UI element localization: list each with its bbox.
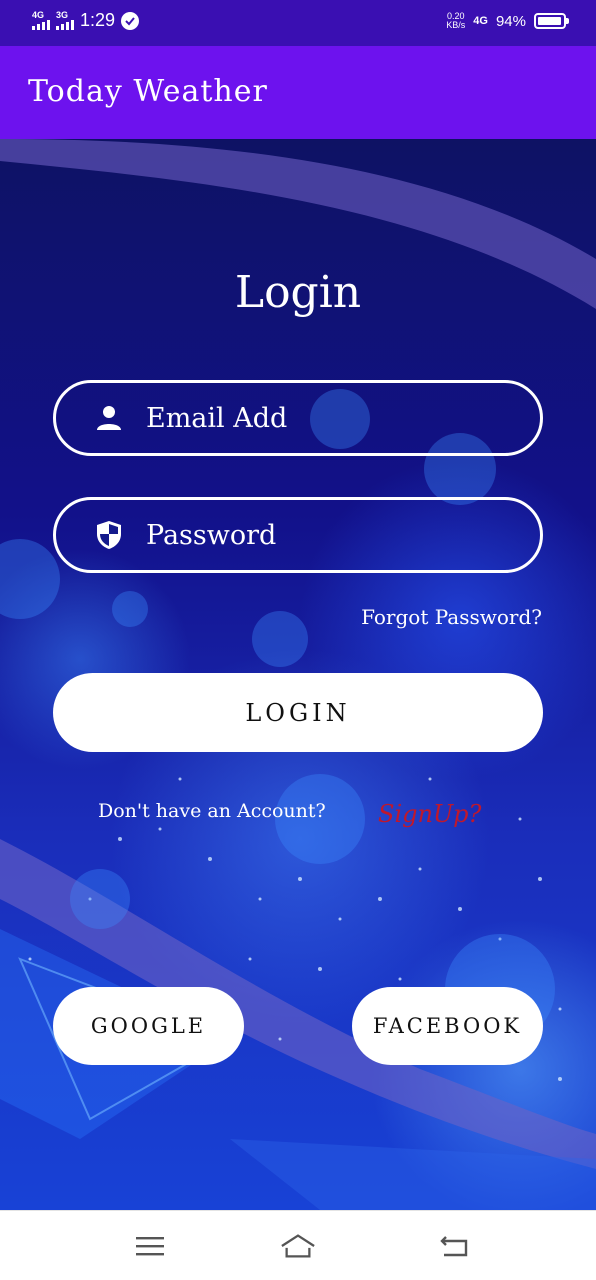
login-title: Login <box>234 267 362 318</box>
check-icon <box>121 11 140 30</box>
email-field[interactable] <box>53 380 543 456</box>
data-speed: 0.20 KB/s <box>446 12 465 30</box>
email-input[interactable] <box>144 401 510 435</box>
sim1-signal-icon: 4G <box>32 11 50 30</box>
home-icon[interactable] <box>280 1231 316 1261</box>
facebook-button[interactable]: FACEBOOK <box>352 987 543 1065</box>
app-title: Today Weather <box>28 74 268 109</box>
forgot-password-link[interactable]: Forgot Password? <box>361 605 542 629</box>
google-button[interactable]: GOOGLE <box>53 987 244 1065</box>
clock: 1:29 <box>80 10 116 30</box>
status-left: 4G 3G 1:29 <box>32 10 140 31</box>
sim2-network-label: 3G <box>56 10 69 20</box>
data-speed-unit: KB/s <box>446 20 466 30</box>
back-icon[interactable] <box>436 1231 472 1261</box>
password-input[interactable] <box>144 518 510 552</box>
sim1-network-label: 4G <box>32 10 45 20</box>
shield-icon <box>92 518 126 552</box>
password-field[interactable] <box>53 497 543 573</box>
status-bar: 4G 3G 1:29 0.20 KB/s 4G 94% <box>0 0 596 46</box>
nav-bar <box>0 1210 596 1280</box>
battery-percent: 94% <box>495 12 526 30</box>
menu-icon[interactable] <box>132 1231 168 1261</box>
no-account-text: Don't have an Account? <box>98 800 326 822</box>
battery-icon <box>534 13 569 29</box>
person-icon <box>92 401 126 435</box>
login-screen: Login Forgot Password? LOGIN Don't have … <box>0 139 596 1210</box>
sim2-signal-icon: 3G <box>56 11 74 30</box>
app-bar: Today Weather <box>0 46 596 139</box>
status-right: 0.20 KB/s 4G 94% <box>446 12 569 30</box>
network-type: 4G <box>473 15 488 27</box>
login-button[interactable]: LOGIN <box>53 673 543 752</box>
signup-link[interactable]: SignUp? <box>378 800 481 828</box>
